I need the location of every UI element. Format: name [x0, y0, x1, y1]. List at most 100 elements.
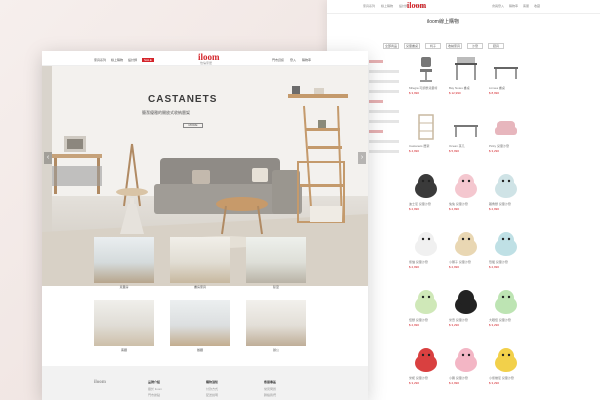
category-tab[interactable]: 兒童書桌	[404, 43, 420, 49]
filter-item[interactable]	[369, 110, 399, 113]
filter-item[interactable]	[369, 90, 399, 93]
product-card[interactable]: Ocean 茶几 $ 5,990	[449, 110, 483, 166]
footer-link[interactable]: 聯絡我們	[264, 393, 276, 397]
product-image	[411, 344, 441, 374]
carousel-prev-icon[interactable]: ‹	[44, 152, 52, 164]
product-name[interactable]: 怪獸 兒童沙發	[409, 318, 443, 322]
category-tabs: 全部商品 兒童書桌 椅子 收納家具 沙發 寢具	[383, 43, 504, 49]
card-image	[170, 300, 230, 346]
product-card[interactable]: 恐龍 兒童沙發 $ 2,990	[489, 226, 523, 282]
product-name[interactable]: Picky 兒童沙發	[489, 144, 523, 148]
shop-nav-item[interactable]: 家具系列	[363, 4, 375, 8]
shop-logo[interactable]: iloom	[407, 1, 426, 10]
category-card[interactable]: 兒童房	[94, 237, 154, 289]
footer-link[interactable]: 常見問題	[264, 387, 276, 391]
product-name[interactable]: 迪士尼 兒童沙發	[409, 202, 443, 206]
product-card[interactable]: 怪獸 兒童沙發 $ 2,990	[409, 284, 443, 340]
shop-nav-item[interactable]: 客服	[523, 4, 529, 8]
product-card[interactable]: 大眼怪 兒童沙發 $ 3,290	[489, 284, 523, 340]
product-image	[451, 170, 481, 200]
footer-link[interactable]: 門市據點	[148, 393, 162, 397]
product-price: $ 12,990	[449, 91, 461, 95]
wall-shelf	[288, 94, 348, 98]
card-image	[94, 237, 154, 283]
product-card[interactable]: Linnea 書桌 $ 8,990	[489, 52, 523, 108]
filter-item[interactable]	[369, 150, 399, 153]
product-card[interactable]: 米妮 兒童沙發 $ 3,290	[409, 342, 443, 398]
shop-nav-item[interactable]: 會員登入	[492, 4, 504, 8]
product-price: $ 3,290	[489, 323, 500, 327]
product-name[interactable]: 熊貓 兒童沙發	[409, 260, 443, 264]
product-card[interactable]: 迪士尼 兒童沙發 $ 2,990	[409, 168, 443, 224]
home-nav-item[interactable]: 線上購物	[111, 58, 123, 62]
product-name[interactable]: Linnea 書桌	[489, 86, 523, 90]
filter-item[interactable]	[369, 60, 383, 63]
carousel-next-icon[interactable]: ›	[358, 152, 366, 164]
filter-item[interactable]	[369, 100, 383, 103]
hero-subtitle: 簡潔優雅的開放式收納層架	[142, 110, 190, 115]
filter-item[interactable]	[369, 80, 399, 83]
category-card[interactable]: 餐廳	[170, 300, 230, 352]
product-name[interactable]: 小豬 兒童沙發	[449, 376, 483, 380]
category-card[interactable]: 辦公	[246, 300, 306, 352]
product-name[interactable]: 恐龍 兒童沙發	[489, 260, 523, 264]
footer-link[interactable]: 配送說明	[206, 393, 218, 397]
shop-nav-right: 會員登入 購物車 客服 收藏	[492, 4, 540, 8]
cart-icon[interactable]: 購物車	[302, 58, 311, 62]
home-page: 家具系列 線上購物 設計師 SALE iloom 怡倫家居 門市資訊 登入 購物…	[42, 51, 368, 400]
home-nav-item[interactable]: 門市資訊	[272, 58, 284, 62]
card-image	[246, 300, 306, 346]
home-nav-item[interactable]: 家具系列	[94, 58, 106, 62]
shop-nav-item[interactable]: 線上購物	[381, 4, 393, 8]
category-tab[interactable]: 全部商品	[383, 43, 399, 49]
card-image	[94, 300, 154, 346]
product-card[interactable]: 兔兔 兒童沙發 $ 2,990	[449, 168, 483, 224]
category-card[interactable]: 書房家具	[170, 237, 230, 289]
product-card[interactable]: Bay Notes 書桌 $ 12,990	[449, 52, 483, 108]
category-tab[interactable]: 椅子	[425, 43, 441, 49]
footer-link[interactable]: 付款方式	[206, 387, 218, 391]
category-card[interactable]: 客廳	[94, 300, 154, 352]
product-name[interactable]: 獨角獸 兒童沙發	[489, 202, 523, 206]
filter-item[interactable]	[369, 140, 399, 143]
shop-title: iloom線上購物	[427, 19, 459, 25]
product-name[interactable]: Bay Notes 書桌	[449, 86, 483, 90]
product-image	[411, 286, 441, 316]
category-tab[interactable]: 收納家具	[446, 43, 462, 49]
filter-item[interactable]	[369, 130, 383, 133]
product-card[interactable]: 熊貓 兒童沙發 $ 2,990	[409, 226, 443, 282]
product-price: $ 8,990	[489, 91, 500, 95]
product-name[interactable]: 米奇 兒童沙發	[449, 318, 483, 322]
product-card[interactable]: Milegia 可調整兒童椅 $ 3,990	[409, 52, 443, 108]
product-card[interactable]: 小獅子 兒童沙發 $ 2,990	[449, 226, 483, 282]
footer-link[interactable]: 關於 iloom	[148, 387, 162, 391]
category-tab[interactable]: 寢具	[488, 43, 504, 49]
product-name[interactable]: 小熊維尼 兒童沙發	[489, 376, 523, 380]
footer-col-title: 客服專區	[264, 380, 277, 384]
hero-more-button[interactable]: MORE	[183, 123, 203, 128]
product-name[interactable]: 大眼怪 兒童沙發	[489, 318, 523, 322]
product-card[interactable]: 小熊維尼 兒童沙發 $ 3,290	[489, 342, 523, 398]
product-name[interactable]: 小獅子 兒童沙發	[449, 260, 483, 264]
home-nav-item[interactable]: 登入	[290, 58, 296, 62]
product-image	[411, 170, 441, 200]
product-price: $ 3,290	[449, 323, 460, 327]
home-nav-item[interactable]: 設計師	[128, 58, 137, 62]
shop-nav-item[interactable]: 收藏	[534, 4, 540, 8]
product-name[interactable]: 兔兔 兒童沙發	[449, 202, 483, 206]
product-card[interactable]: 小豬 兒童沙發 $ 2,990	[449, 342, 483, 398]
product-name[interactable]: Milegia 可調整兒童椅	[409, 86, 443, 90]
shop-nav-item[interactable]: 購物車	[509, 4, 518, 8]
product-card[interactable]: Picky 兒童沙發 $ 3,290	[489, 110, 523, 166]
product-name[interactable]: Castanets 層架	[409, 144, 443, 148]
filter-item[interactable]	[369, 120, 399, 123]
product-name[interactable]: 米妮 兒童沙發	[409, 376, 443, 380]
sale-badge[interactable]: SALE	[142, 58, 154, 62]
product-card[interactable]: Castanets 層架 $ 4,990	[409, 110, 443, 166]
filter-item[interactable]	[369, 70, 399, 73]
category-tab[interactable]: 沙發	[467, 43, 483, 49]
product-name[interactable]: Ocean 茶几	[449, 144, 483, 148]
category-card[interactable]: 臥室	[246, 237, 306, 289]
product-card[interactable]: 獨角獸 兒童沙發 $ 2,990	[489, 168, 523, 224]
product-card[interactable]: 米奇 兒童沙發 $ 3,290	[449, 284, 483, 340]
